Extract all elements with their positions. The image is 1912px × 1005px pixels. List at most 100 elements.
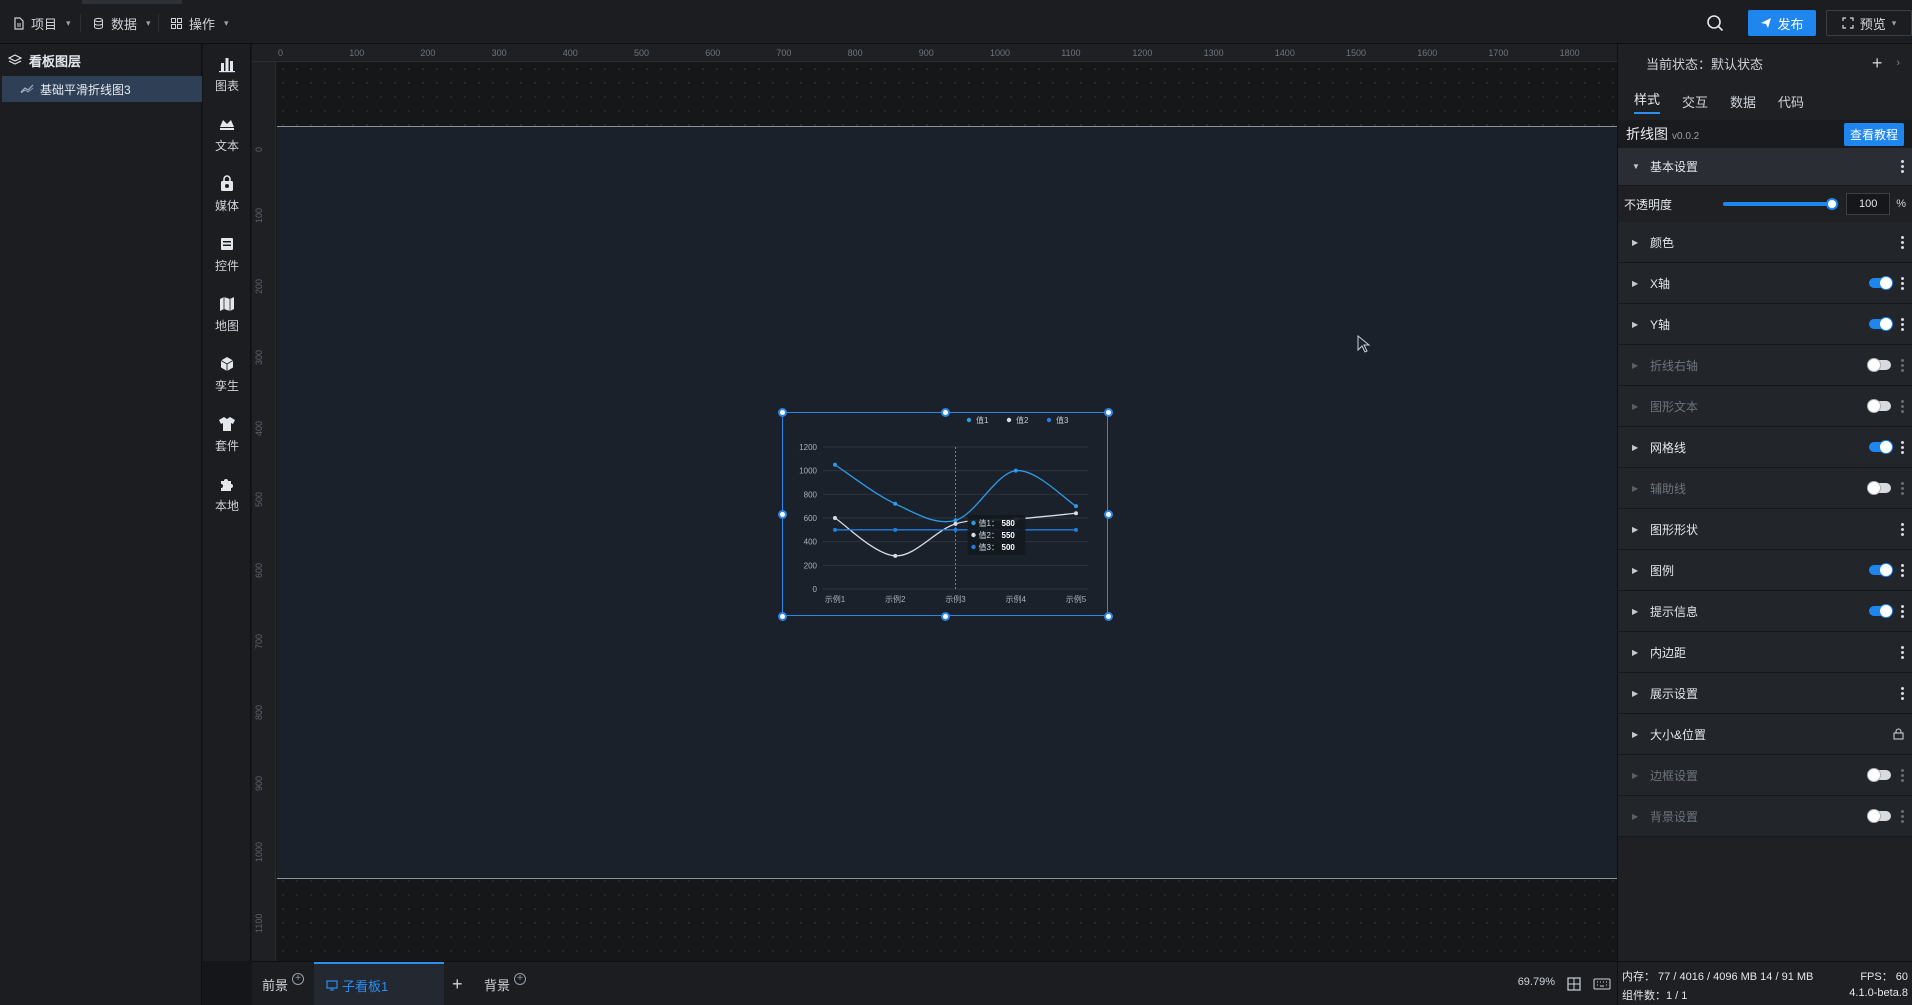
resize-handle-e[interactable] [1104,510,1113,519]
tab-foreground[interactable]: 前景 + [262,962,305,1005]
add-circle-icon[interactable]: + [292,973,305,985]
section-row[interactable]: ▶ X轴 [1618,263,1912,304]
tab-subboard[interactable]: 子看板1 [314,962,444,1005]
line-chart: 0 200 400 600 800 1000 1200 示例1 示例2 示例3 示例4 示例5 值1 值2… [799,415,1088,604]
section-toggle[interactable] [1867,399,1891,413]
tool-map[interactable]: 地图 [203,284,251,344]
ruler-tick-label: 1100 [1061,48,1081,58]
more-icon[interactable] [1901,276,1904,290]
preview-button[interactable]: 预览 ▾ [1826,10,1912,36]
menu-project[interactable]: 项目 ▾ [4,10,79,36]
keyboard-icon[interactable] [1593,978,1611,990]
component-count: 组件数：1 / 1 [1622,990,1688,1002]
section-toggle[interactable] [1869,276,1893,290]
resize-handle-n[interactable] [941,408,950,417]
resize-handle-sw[interactable] [778,612,787,621]
more-icon[interactable] [1901,399,1904,413]
map-icon [220,296,234,311]
more-icon[interactable] [1901,481,1904,495]
toggle-knob [1867,809,1881,823]
more-icon[interactable] [1901,235,1904,249]
section-row[interactable]: ▶ 图例 [1618,550,1912,591]
chevron-right-icon[interactable]: › [1896,57,1900,69]
layer-item[interactable]: 基础平滑折线图3 [2,76,202,102]
section-toggle[interactable] [1867,768,1891,782]
zoom-level[interactable]: 69.79% [1518,976,1555,988]
opacity-slider[interactable] [1722,198,1839,210]
more-icon[interactable] [1901,604,1904,618]
resize-handle-ne[interactable] [1104,408,1113,417]
tool-local[interactable]: 本地 [203,464,251,524]
section-row[interactable]: ▶ 颜色 [1618,222,1912,263]
section-row[interactable]: ▶ 网格线 [1618,427,1912,468]
publish-button[interactable]: 发布 [1748,10,1816,36]
tab-data[interactable]: 数据 [1730,92,1756,111]
resize-handle-nw[interactable] [778,408,787,417]
slider-thumb[interactable] [1826,198,1839,210]
state-value[interactable]: 默认状态 [1711,57,1763,72]
add-board-button[interactable]: + [452,962,463,1005]
ruler-horizontal[interactable]: 0 100 200 300 400 500 600 700 800 900 1000 1100 1200… [252,44,1617,62]
more-icon[interactable] [1901,317,1904,331]
line-chart-widget[interactable]: 0 200 400 600 800 1000 1200 示例1 示例2 示例3 示例4 示例5 值1 值2… [782,412,1108,616]
section-toggle[interactable] [1867,358,1891,372]
menu-data[interactable]: 数据 ▾ [84,10,159,36]
section-label: Y轴 [1650,317,1671,332]
section-row[interactable]: ▶ 展示设置 [1618,673,1912,714]
tool-kit[interactable]: 套件 [203,404,251,464]
section-toggle[interactable] [1867,809,1891,823]
tool-text[interactable]: 文本 [203,104,251,164]
tool-control[interactable]: 控件 [203,224,251,284]
more-icon[interactable] [1901,522,1904,536]
add-state-icon[interactable]: + [1872,53,1883,74]
section-toggle[interactable] [1869,604,1893,618]
more-icon[interactable] [1901,358,1904,372]
data-point [893,553,898,558]
section-row[interactable]: ▶ 提示信息 [1618,591,1912,632]
more-icon[interactable] [1901,686,1904,700]
tab-style[interactable]: 样式 [1634,89,1661,114]
section-row[interactable]: ▶ Y轴 [1618,304,1912,345]
tutorial-button[interactable]: 查看教程 [1843,122,1904,146]
tool-chart[interactable]: 图表 [203,44,251,104]
tab-background[interactable]: 背景 + [484,962,527,1005]
resize-handle-w[interactable] [778,510,787,519]
resize-handle-s[interactable] [941,612,950,621]
data-point [833,527,837,532]
more-icon[interactable] [1901,768,1904,782]
search-button[interactable] [1702,10,1728,36]
more-icon[interactable] [1901,440,1904,454]
section-basic-settings[interactable]: ▼ 基本设置 [1618,148,1912,186]
more-icon[interactable] [1901,645,1904,659]
section-row[interactable]: ▶ 图形形状 [1618,509,1912,550]
section-row[interactable]: ▶ 内边距 [1618,632,1912,673]
section-toggle[interactable] [1867,481,1891,495]
section-toggle[interactable] [1869,563,1893,577]
section-row[interactable]: ▶ 大小&位置 [1618,714,1912,755]
menu-operation[interactable]: 操作 ▾ [162,10,237,36]
tool-media[interactable]: 媒体 [203,164,251,224]
section-row[interactable]: ▶ 图形文本 [1618,386,1912,427]
section-row[interactable]: ▶ 边框设置 [1618,755,1912,796]
tab-code[interactable]: 代码 [1778,92,1804,111]
chevron-down-icon: ▾ [1891,17,1897,28]
section-row[interactable]: ▶ 折线右轴 [1618,345,1912,386]
lock-icon[interactable] [1893,728,1904,740]
tool-twin[interactable]: 孪生 [203,344,251,404]
more-icon[interactable] [1901,563,1904,577]
canvas[interactable]: 0 100 200 300 400 500 600 700 800 900 1000 1100 1200… [252,44,1617,961]
fit-screen-icon[interactable] [1567,977,1581,991]
board-tabs-bar: 前景 + 子看板1 + 背景 + 69.79% [252,961,1617,1005]
section-toggle[interactable] [1869,440,1893,454]
caret-right-icon: ▶ [1632,524,1639,534]
tab-interaction[interactable]: 交互 [1682,92,1708,111]
more-icon[interactable] [1901,809,1904,823]
opacity-input[interactable] [1846,193,1891,215]
resize-handle-se[interactable] [1104,612,1113,621]
add-circle-icon[interactable]: + [514,973,527,985]
section-toggle[interactable] [1869,317,1893,331]
section-row[interactable]: ▶ 辅助线 [1618,468,1912,509]
section-row[interactable]: ▶ 背景设置 [1618,796,1912,837]
ruler-vertical[interactable]: 0 100 200 300 400 500 600 700 800 900 1000 1100 [252,62,276,961]
more-icon[interactable] [1901,160,1904,173]
